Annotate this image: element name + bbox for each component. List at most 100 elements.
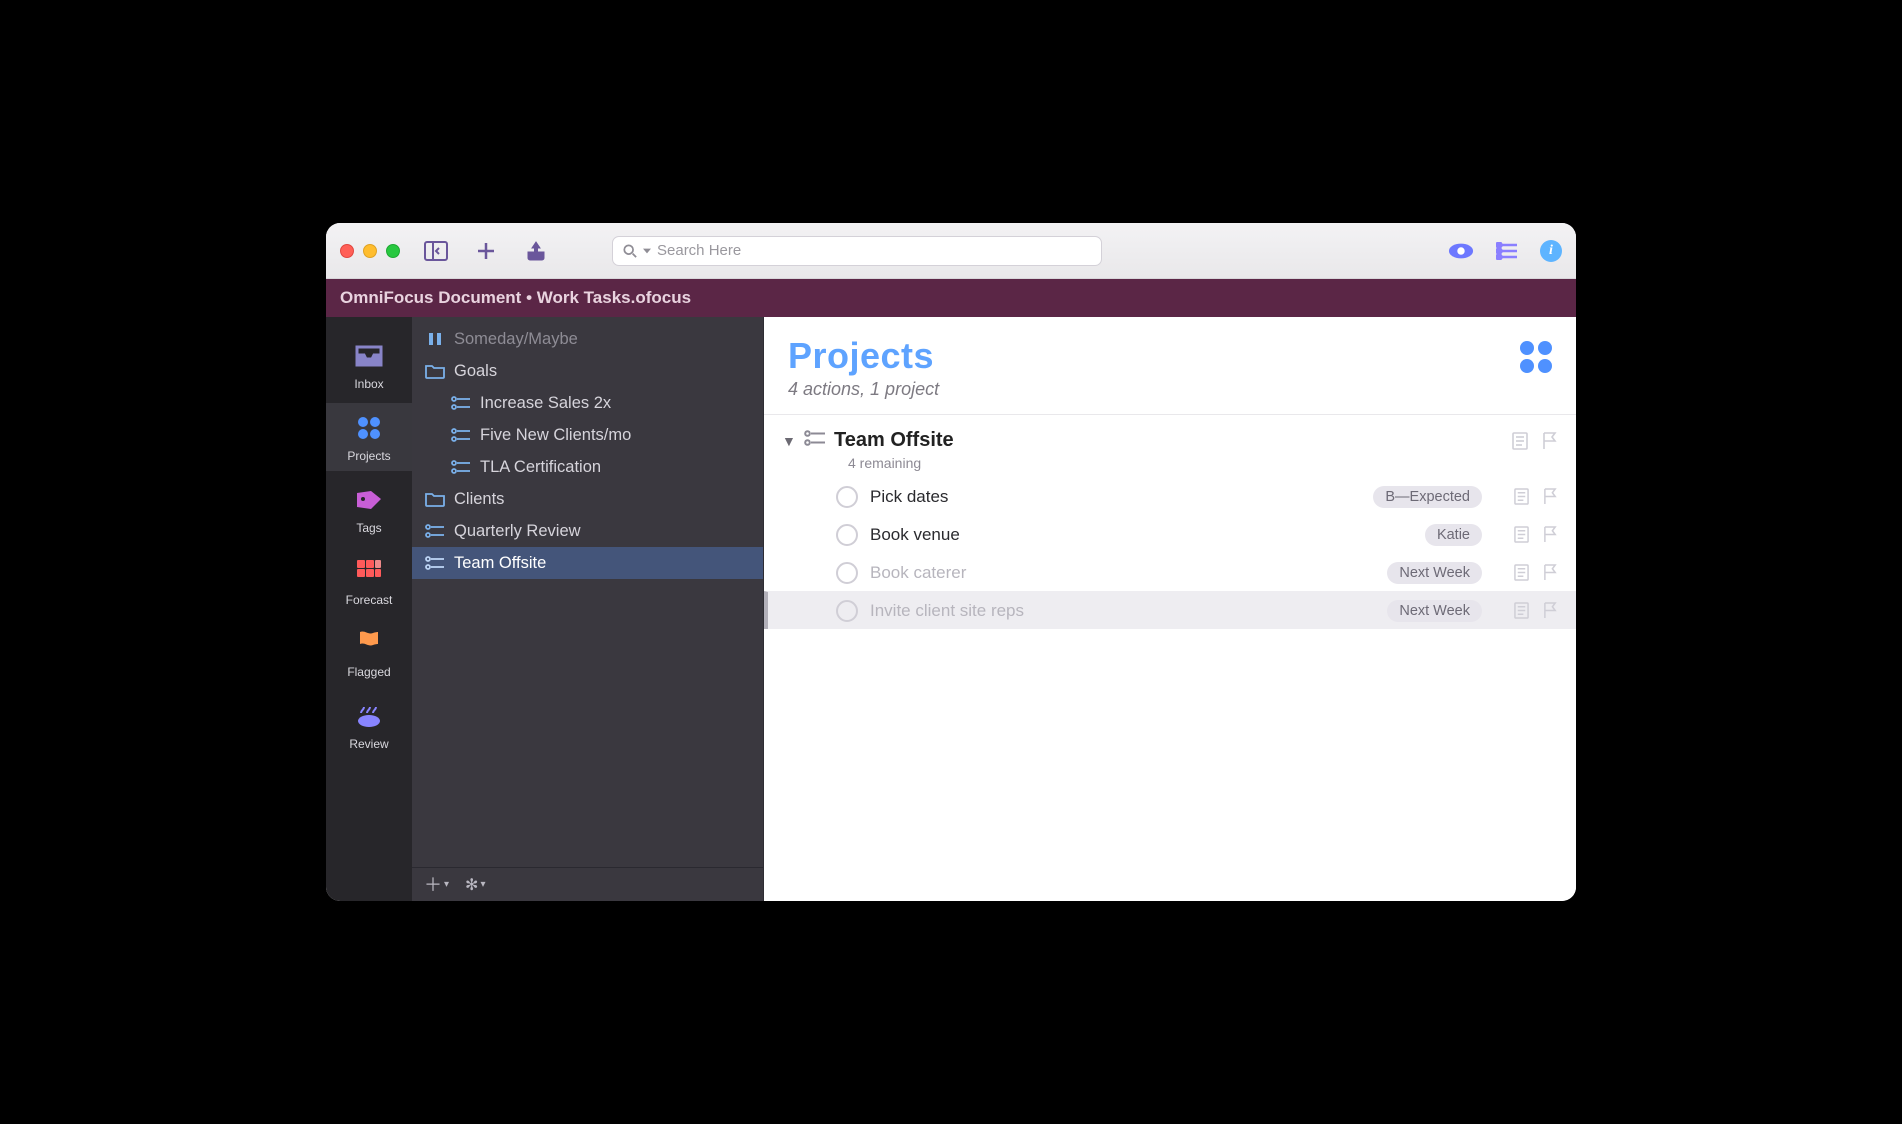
page-subtitle: 4 actions, 1 project <box>788 379 939 400</box>
folder-icon <box>424 362 446 380</box>
view-button[interactable] <box>1448 238 1474 264</box>
folder-icon <box>424 490 446 508</box>
cleanup-button[interactable] <box>522 237 550 265</box>
perspective-flagged[interactable]: Flagged <box>326 619 412 687</box>
main-content: Projects 4 actions, 1 project ▼ Team Off… <box>764 317 1576 901</box>
task-tag-badge[interactable]: Next Week <box>1387 600 1482 622</box>
note-icon[interactable] <box>1514 526 1529 543</box>
task-checkbox[interactable] <box>836 600 858 622</box>
task-row[interactable]: Book caterer Next Week <box>764 553 1576 591</box>
perspective-inbox[interactable]: Inbox <box>326 331 412 399</box>
toolbar: i <box>326 223 1576 279</box>
outline-item-five-new-clients[interactable]: Five New Clients/mo <box>412 419 763 451</box>
search-input[interactable] <box>657 242 1091 259</box>
note-icon[interactable] <box>1514 602 1529 619</box>
task-checkbox[interactable] <box>836 486 858 508</box>
minimize-window-button[interactable] <box>363 244 377 258</box>
task-title: Invite client site reps <box>870 601 1070 621</box>
perspective-review[interactable]: Review <box>326 691 412 759</box>
outline-rows: Someday/Maybe Goals Increase Sales 2x Fi… <box>412 317 763 867</box>
task-trailing <box>1494 488 1558 505</box>
flag-outline-icon[interactable] <box>1543 564 1558 581</box>
task-row[interactable]: Invite client site reps Next Week <box>764 591 1576 629</box>
outline-item-someday[interactable]: Someday/Maybe <box>412 323 763 355</box>
project-icon <box>424 522 446 540</box>
project-icon <box>450 458 472 476</box>
projects-glyph-icon <box>1520 341 1552 373</box>
disclosure-triangle-icon[interactable]: ▼ <box>782 433 796 449</box>
flag-outline-icon[interactable] <box>1542 432 1558 450</box>
note-icon[interactable] <box>1514 564 1529 581</box>
outline-add-button[interactable]: ＋▾ <box>424 876 449 894</box>
project-icon <box>804 430 826 451</box>
outline-label: Someday/Maybe <box>454 330 578 349</box>
toggle-sidebar-button[interactable] <box>422 237 450 265</box>
outline-item-clients[interactable]: Clients <box>412 483 763 515</box>
perspective-rail: Inbox Projects Tags Forecast <box>326 317 412 901</box>
note-icon[interactable] <box>1514 488 1529 505</box>
outline-label: Quarterly Review <box>454 522 581 541</box>
search-field-wrap <box>612 236 1102 266</box>
outline-footer: ＋▾ ✻▾ <box>412 867 763 901</box>
perspective-tags[interactable]: Tags <box>326 475 412 543</box>
plus-icon: ＋ <box>424 876 442 894</box>
inspector-button[interactable] <box>1494 238 1520 264</box>
project-icon <box>450 426 472 444</box>
review-icon <box>354 701 384 731</box>
outline-item-goals[interactable]: Goals <box>412 355 763 387</box>
search-icon <box>623 244 637 258</box>
perspective-forecast[interactable]: Forecast <box>326 547 412 615</box>
tags-icon <box>354 485 384 515</box>
perspective-label: Flagged <box>347 665 390 679</box>
task-trailing <box>1494 602 1558 619</box>
page-title: Projects <box>788 335 939 377</box>
project-outline: Someday/Maybe Goals Increase Sales 2x Fi… <box>412 317 764 901</box>
document-path-text: OmniFocus Document • Work Tasks.ofocus <box>340 288 691 308</box>
flag-outline-icon[interactable] <box>1543 602 1558 619</box>
project-remaining: 4 remaining <box>764 455 1576 477</box>
flag-outline-icon[interactable] <box>1543 526 1558 543</box>
outline-label: Team Offsite <box>454 554 546 573</box>
outline-item-tla-cert[interactable]: TLA Certification <box>412 451 763 483</box>
task-checkbox[interactable] <box>836 562 858 584</box>
task-title: Book caterer <box>870 563 1070 583</box>
app-window: i OmniFocus Document • Work Tasks.ofocus… <box>326 223 1576 901</box>
task-title: Pick dates <box>870 487 1070 507</box>
perspective-label: Inbox <box>354 377 383 391</box>
project-header[interactable]: ▼ Team Offsite <box>764 415 1576 456</box>
note-icon[interactable] <box>1512 432 1528 450</box>
outline-action-button[interactable]: ✻▾ <box>465 875 485 895</box>
zoom-window-button[interactable] <box>386 244 400 258</box>
outline-label: TLA Certification <box>480 458 601 477</box>
add-button[interactable] <box>472 237 500 265</box>
outline-label: Five New Clients/mo <box>480 426 631 445</box>
perspective-label: Tags <box>356 521 381 535</box>
projects-icon <box>354 413 384 443</box>
document-path-bar: OmniFocus Document • Work Tasks.ofocus <box>326 279 1576 317</box>
outline-label: Increase Sales 2x <box>480 394 611 413</box>
outline-item-quarterly-review[interactable]: Quarterly Review <box>412 515 763 547</box>
pause-icon <box>424 330 446 348</box>
window-controls <box>340 244 400 258</box>
task-checkbox[interactable] <box>836 524 858 546</box>
chevron-down-icon <box>643 247 651 255</box>
gear-icon: ✻ <box>465 875 478 895</box>
outline-item-team-offsite[interactable]: Team Offsite <box>412 547 763 579</box>
info-button[interactable]: i <box>1540 240 1562 262</box>
search-field[interactable] <box>612 236 1102 266</box>
task-row[interactable]: Book venue Katie <box>764 515 1576 553</box>
main-header: Projects 4 actions, 1 project <box>764 317 1576 415</box>
perspective-label: Projects <box>347 449 390 463</box>
flag-icon <box>354 629 384 659</box>
toolbar-right: i <box>1448 238 1562 264</box>
task-tag-badge[interactable]: Next Week <box>1387 562 1482 584</box>
task-row[interactable]: Pick dates B—Expected <box>764 477 1576 515</box>
outline-item-increase-sales[interactable]: Increase Sales 2x <box>412 387 763 419</box>
perspective-label: Review <box>349 737 388 751</box>
flag-outline-icon[interactable] <box>1543 488 1558 505</box>
task-tag-badge[interactable]: B—Expected <box>1373 486 1482 508</box>
perspective-projects[interactable]: Projects <box>326 403 412 471</box>
chevron-down-icon: ▾ <box>480 879 485 890</box>
close-window-button[interactable] <box>340 244 354 258</box>
task-tag-badge[interactable]: Katie <box>1425 524 1482 546</box>
